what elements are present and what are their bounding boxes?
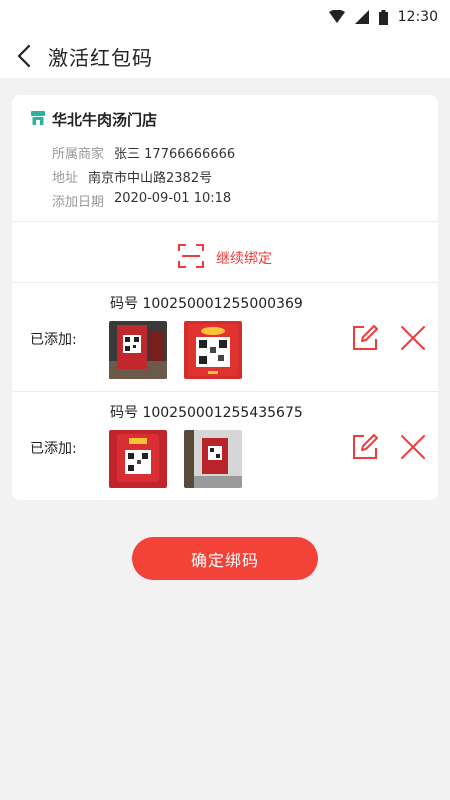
- delete-button[interactable]: [400, 325, 426, 351]
- close-icon: [401, 326, 425, 350]
- divider: [12, 221, 438, 222]
- date-value: 2020-09-01 10:18: [114, 191, 232, 206]
- delete-button[interactable]: [400, 434, 426, 460]
- code-item: 码号 100250001255000369 已添加:: [12, 283, 438, 391]
- address-label: 地址: [52, 171, 79, 186]
- status-time: 12:30: [397, 9, 438, 25]
- store-card: 华北牛肉汤门店 所属商家 张三 17766666666 地址 南京市中山路238…: [12, 95, 438, 500]
- merchant-label: 所属商家: [52, 147, 105, 162]
- date-row: 添加日期 2020-09-01 10:18: [52, 191, 231, 210]
- merchant-row: 所属商家 张三 17766666666: [52, 143, 235, 162]
- wifi-icon: [328, 10, 345, 24]
- store-name: 华北牛肉汤门店: [52, 111, 158, 129]
- back-arrow-icon: [17, 44, 31, 68]
- nav-bar: 激活红包码: [0, 34, 450, 78]
- scan-icon: [178, 243, 204, 273]
- confirm-bind-button[interactable]: 确定绑码: [132, 537, 318, 580]
- code-photo[interactable]: [109, 430, 167, 488]
- address-value: 南京市中山路2382号: [88, 171, 213, 186]
- page-title: 激活红包码: [48, 45, 153, 70]
- date-label: 添加日期: [52, 195, 105, 210]
- edit-icon: [353, 434, 378, 459]
- edit-icon: [353, 325, 378, 350]
- continue-bind-button[interactable]: 继续绑定: [12, 233, 438, 283]
- address-row: 地址 南京市中山路2382号: [52, 167, 212, 186]
- code-item: 码号 100250001255435675 已添加:: [12, 392, 438, 500]
- store-icon: [30, 110, 46, 130]
- added-label: 已添加:: [30, 332, 77, 348]
- merchant-value: 张三 17766666666: [114, 147, 236, 162]
- status-bar: 12:30: [0, 0, 450, 34]
- edit-button[interactable]: [352, 325, 378, 351]
- close-icon: [401, 435, 425, 459]
- continue-bind-label: 继续绑定: [216, 251, 272, 267]
- code-title: 码号 100250001255435675: [110, 405, 303, 421]
- battery-icon: [378, 9, 388, 25]
- code-title: 码号 100250001255000369: [110, 296, 303, 312]
- code-photo[interactable]: [184, 430, 242, 488]
- signal-icon: [354, 10, 369, 24]
- edit-button[interactable]: [352, 434, 378, 460]
- store-header: 华北牛肉汤门店: [30, 109, 157, 130]
- added-label: 已添加:: [30, 441, 77, 457]
- code-photo[interactable]: [109, 321, 167, 379]
- code-photo[interactable]: [184, 321, 242, 379]
- back-button[interactable]: [0, 34, 48, 78]
